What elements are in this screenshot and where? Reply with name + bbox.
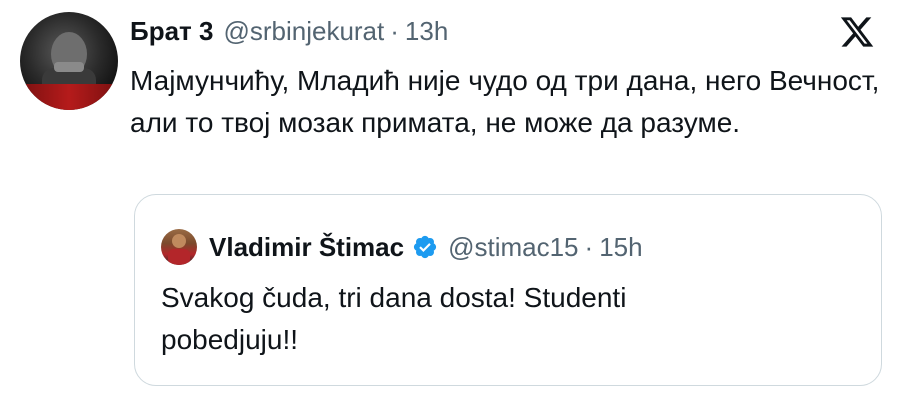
tweet-header: Брат 3 @srbinjekurat · 13h [130,16,448,46]
verified-badge-icon [413,235,437,259]
separator-dot: · [390,16,399,46]
author-handle[interactable]: @srbinjekurat [223,16,384,46]
quoted-author-name[interactable]: Vladimir Štimac [209,232,404,263]
author-avatar[interactable] [20,12,118,110]
tweet-text: Мајмунчићу, Младић није чудо од три дана… [130,65,880,138]
quoted-separator-dot: · [584,231,594,262]
quoted-tweet-header: Vladimir Štimac @stimac15 · 15h [161,229,643,265]
quoted-author-handle[interactable]: @stimac15 [448,232,578,263]
x-logo-icon [840,17,874,47]
quoted-author-avatar[interactable] [161,229,197,265]
tweet-timestamp[interactable]: 13h [405,16,448,46]
quoted-tweet-card[interactable]: Vladimir Štimac @stimac15 · 15h Svakog č… [134,194,882,386]
quoted-tweet-timestamp[interactable]: 15h [599,232,642,263]
author-name[interactable]: Брат 3 [130,16,213,46]
quoted-tweet-text: Svakog čuda, tri dana dosta! Studenti po… [161,282,627,355]
